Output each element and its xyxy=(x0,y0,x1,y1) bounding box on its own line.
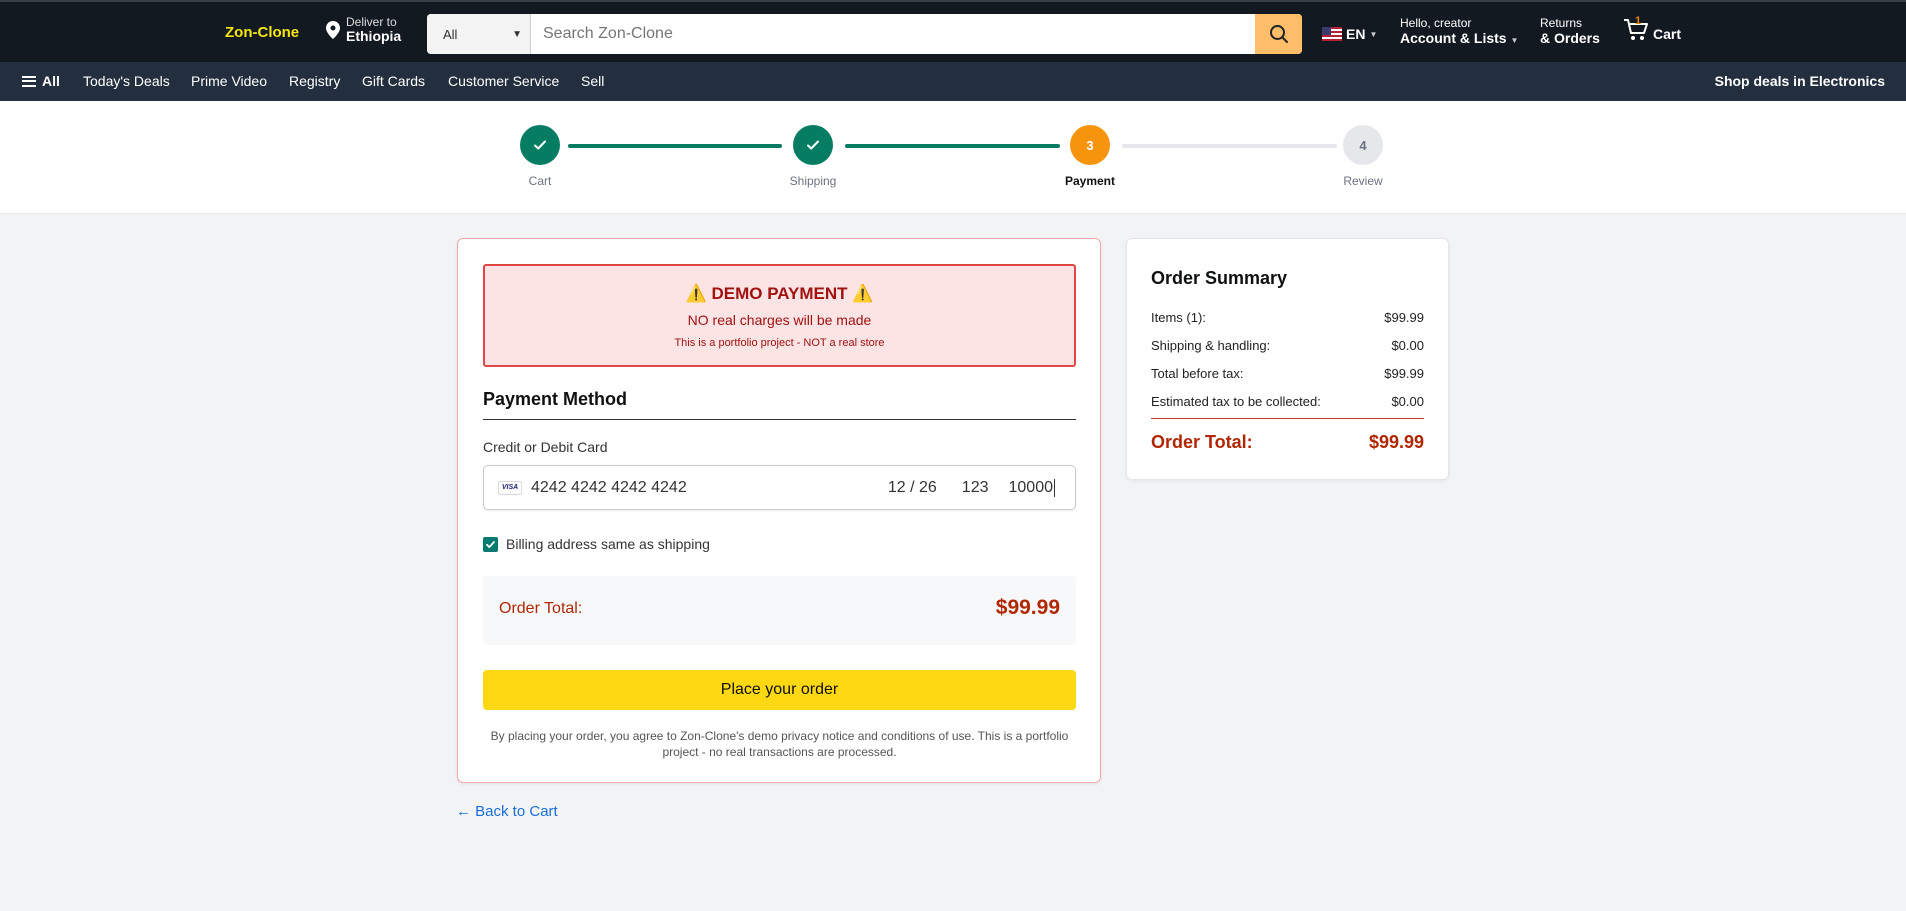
order-total-value: $99.99 xyxy=(995,596,1060,619)
us-flag-icon xyxy=(1322,27,1342,41)
account-greeting: Hello, creator xyxy=(1400,16,1472,30)
checkmark-icon xyxy=(807,140,819,150)
search-input[interactable] xyxy=(531,14,1255,54)
account-menu[interactable]: Hello, creator Account & Lists ▼ xyxy=(1400,16,1518,47)
card-expiry-field[interactable]: 12 / 26 xyxy=(888,479,937,497)
demo-note: This is a portfolio project - NOT a real… xyxy=(674,337,885,349)
card-cvc-field[interactable]: 123 xyxy=(962,479,989,497)
hamburger-icon xyxy=(22,75,36,87)
account-lists-label: Account & Lists ▼ xyxy=(1400,30,1519,47)
chevron-down-icon: ▼ xyxy=(512,28,522,40)
visa-icon: VISA xyxy=(498,480,522,495)
summary-label: Items (1): xyxy=(1151,310,1206,325)
billing-same-checkbox[interactable]: Billing address same as shipping xyxy=(483,536,710,552)
step-review-label: Review xyxy=(1343,174,1383,188)
demo-title: ⚠️ DEMO PAYMENT ⚠️ xyxy=(685,284,874,303)
divider xyxy=(483,419,1076,420)
order-summary-title: Order Summary xyxy=(1151,268,1288,288)
billing-label: Billing address same as shipping xyxy=(506,536,710,552)
summary-value: $99.99 xyxy=(1384,366,1424,381)
card-zip-field[interactable]: 10000 xyxy=(1009,478,1055,497)
nav-sell[interactable]: Sell xyxy=(581,73,604,89)
checkout-stepper: 3 4 Cart Shipping Payment Review xyxy=(0,101,1906,214)
all-menu-label: All xyxy=(42,73,60,89)
summary-label: Total before tax: xyxy=(1151,366,1244,381)
payment-panel: ⚠️ DEMO PAYMENT ⚠️ NO real charges will … xyxy=(457,238,1101,783)
orders-label: & Orders xyxy=(1540,30,1600,47)
payment-method-title: Payment Method xyxy=(483,389,628,409)
search-category-value: All xyxy=(443,26,458,42)
summary-total-value: $99.99 xyxy=(1368,432,1424,452)
card-field-label: Credit or Debit Card xyxy=(483,439,608,455)
caret-down-icon: ▼ xyxy=(1369,29,1378,39)
cart-button[interactable]: 1 Cart xyxy=(1623,15,1682,42)
nav-todays-deals[interactable]: Today's Deals xyxy=(83,73,170,89)
back-to-cart-link[interactable]: ← Back to Cart xyxy=(456,803,558,820)
step-shipping-label: Shipping xyxy=(789,174,837,188)
step-payment-label: Payment xyxy=(1064,174,1116,188)
step-connector xyxy=(1122,144,1337,148)
step-shipping-circle xyxy=(793,125,833,165)
nav-gift-cards[interactable]: Gift Cards xyxy=(362,73,425,89)
demo-warning-banner: ⚠️ DEMO PAYMENT ⚠️ NO real charges will … xyxy=(483,264,1076,367)
summary-value: $0.00 xyxy=(1391,338,1424,353)
step-cart-label: Cart xyxy=(528,174,552,188)
summary-value: $0.00 xyxy=(1391,394,1424,409)
step-cart-circle xyxy=(520,125,560,165)
cart-label: Cart xyxy=(1653,26,1682,42)
returns-label: Returns xyxy=(1540,16,1583,30)
language-code: EN xyxy=(1346,26,1366,42)
demo-message: NO real charges will be made xyxy=(687,312,872,328)
nav-registry[interactable]: Registry xyxy=(289,73,340,89)
summary-label: Estimated tax to be collected: xyxy=(1151,394,1321,409)
order-total-label: Order Total: xyxy=(499,600,583,617)
all-menu-button[interactable]: All xyxy=(22,73,60,89)
location-pin-icon xyxy=(326,21,340,40)
legal-notice: By placing your order, you agree to Zon-… xyxy=(490,729,1069,760)
search-icon xyxy=(1269,25,1288,43)
deliver-location: Ethiopia xyxy=(346,28,402,45)
shop-deals-link[interactable]: Shop deals in Electronics xyxy=(1715,73,1885,89)
language-selector[interactable]: EN ▼ xyxy=(1322,26,1377,42)
card-input[interactable]: VISA 4242 4242 4242 4242 12 / 26 123 100… xyxy=(483,465,1076,510)
returns-orders-link[interactable]: Returns & Orders xyxy=(1540,16,1600,47)
top-header: Zon-Clone Deliver to Ethiopia All ▼ EN ▼… xyxy=(0,0,1906,62)
step-connector xyxy=(568,144,782,148)
search-button[interactable] xyxy=(1255,14,1302,54)
order-summary: Order Summary Items (1): $99.99 Shipping… xyxy=(1126,238,1449,480)
checkbox-checked-icon[interactable] xyxy=(483,536,498,552)
summary-row-items: Items (1): $99.99 xyxy=(1151,310,1424,325)
summary-row-shipping: Shipping & handling: $0.00 xyxy=(1151,338,1424,353)
step-review-circle: 4 xyxy=(1343,125,1383,165)
step-payment-circle: 3 xyxy=(1070,125,1110,165)
nav-customer-service[interactable]: Customer Service xyxy=(448,73,559,89)
step-connector xyxy=(845,144,1060,148)
summary-total: Order Total: $99.99 xyxy=(1151,432,1424,453)
summary-total-label: Order Total: xyxy=(1151,432,1253,452)
summary-label: Shipping & handling: xyxy=(1151,338,1271,353)
card-number-field[interactable]: 4242 4242 4242 4242 xyxy=(531,479,888,497)
nav-prime-video[interactable]: Prime Video xyxy=(191,73,267,89)
deliver-to[interactable]: Deliver to Ethiopia xyxy=(326,15,402,45)
nav-bar: All Today's Deals Prime Video Registry G… xyxy=(0,62,1906,101)
cart-count: 1 xyxy=(1635,15,1642,27)
summary-divider xyxy=(1151,418,1424,419)
place-order-button[interactable]: Place your order xyxy=(483,670,1076,710)
summary-row-before-tax: Total before tax: $99.99 xyxy=(1151,366,1424,381)
order-total-box: Order Total: $99.99 xyxy=(483,576,1076,645)
search-bar: All ▼ xyxy=(427,14,1302,54)
site-logo[interactable]: Zon-Clone xyxy=(225,24,299,41)
search-category-select[interactable]: All ▼ xyxy=(427,14,531,54)
summary-value: $99.99 xyxy=(1384,310,1424,325)
summary-row-tax: Estimated tax to be collected: $0.00 xyxy=(1151,394,1424,409)
checkmark-icon xyxy=(534,140,546,150)
